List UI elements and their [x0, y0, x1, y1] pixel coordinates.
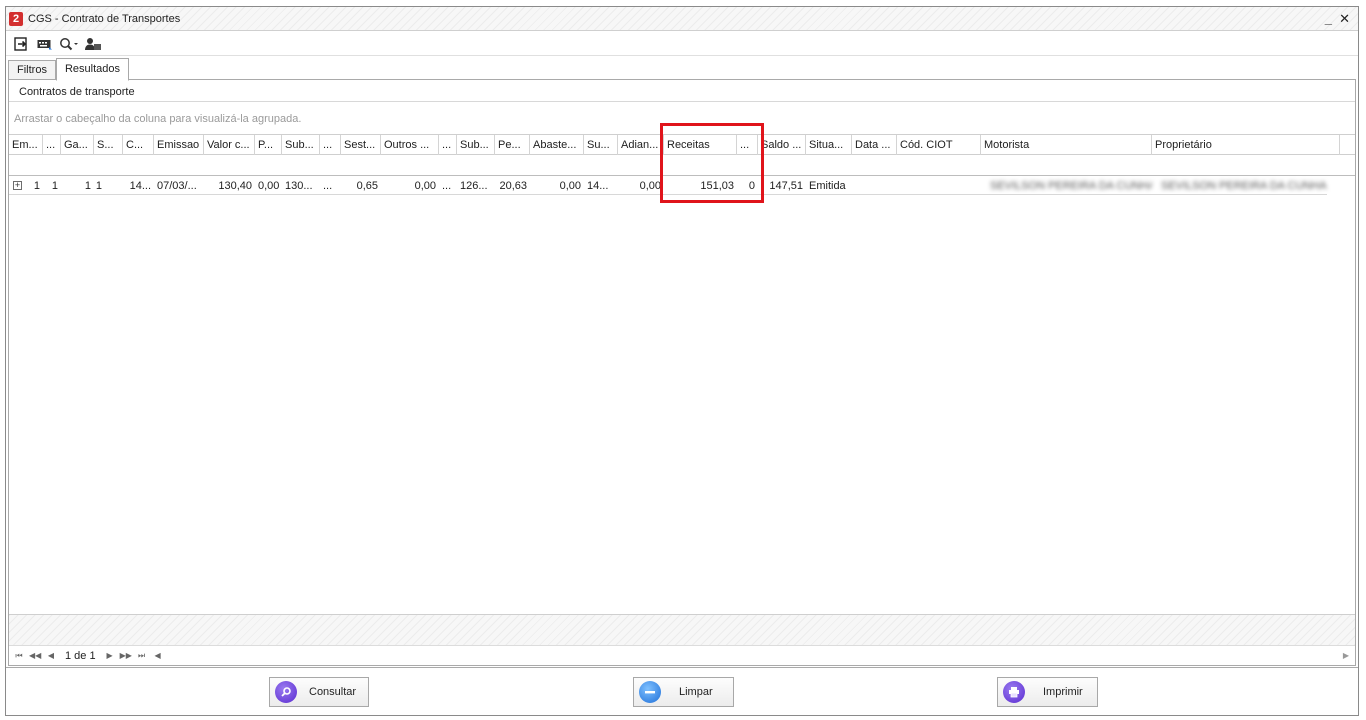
imprimir-label: Imprimir: [1043, 686, 1083, 698]
table-cell: 1: [51, 180, 58, 192]
table-cell-motorista: SEVILSON PEREIRA DA CUNHA: [990, 180, 1152, 192]
printer-icon: [1003, 681, 1025, 703]
column-header[interactable]: Situa...: [806, 135, 852, 155]
app-logo: 2: [9, 11, 23, 26]
column-header[interactable]: Em...: [9, 135, 43, 155]
table-cell: 07/03/...: [157, 180, 197, 192]
scroll-right-icon[interactable]: ▶: [1343, 651, 1349, 660]
caption-divider: [9, 101, 1355, 102]
column-header[interactable]: Data ...: [852, 135, 897, 155]
toolbar: [6, 32, 1358, 56]
table-cell: 0,00: [559, 180, 581, 192]
prev-group-icon[interactable]: ◀◀: [29, 651, 41, 660]
table-cell: 1: [84, 180, 91, 192]
minimize-button[interactable]: _: [1325, 11, 1332, 26]
limpar-label: Limpar: [679, 686, 713, 698]
pager: ⏮ ◀◀ ◀ 1 de 1 ▶ ▶▶ ⏭ ◀ ▶: [9, 645, 1355, 665]
tab-strip: Filtros Resultados: [8, 58, 129, 81]
column-header[interactable]: S...: [94, 135, 123, 155]
column-header[interactable]: Outros ...: [381, 135, 439, 155]
column-header[interactable]: Emissao: [154, 135, 204, 155]
table-cell: 147,51: [769, 180, 803, 192]
column-header[interactable]: Sub...: [457, 135, 495, 155]
table-cell: 1: [95, 180, 102, 192]
consultar-button[interactable]: Consultar: [269, 677, 369, 707]
minus-icon: [639, 681, 661, 703]
column-header[interactable]: ...: [43, 135, 61, 155]
panel-caption: Contratos de transporte: [19, 86, 135, 98]
imprimir-button[interactable]: Imprimir: [997, 677, 1098, 707]
table-cell: Emitida: [809, 180, 846, 192]
column-header[interactable]: C...: [123, 135, 154, 155]
group-by-hint[interactable]: Arrastar o cabeçalho da coluna para visu…: [14, 113, 301, 125]
page-indicator: 1 de 1: [65, 649, 96, 662]
grid-footer: [9, 614, 1355, 645]
next-group-icon[interactable]: ▶▶: [120, 651, 132, 660]
table-cell: 0,65: [356, 180, 378, 192]
search-dropdown-icon[interactable]: [59, 35, 79, 53]
table-cell: [897, 178, 981, 194]
column-header[interactable]: ...: [320, 135, 341, 155]
column-header[interactable]: Motorista: [981, 135, 1152, 155]
column-header[interactable]: P...: [255, 135, 282, 155]
table-cell: 0,00: [414, 180, 436, 192]
column-header[interactable]: Sub...: [282, 135, 320, 155]
column-header[interactable]: Ga...: [61, 135, 94, 155]
table-cell: [852, 178, 897, 194]
expand-row-button[interactable]: +: [13, 181, 22, 190]
tab-resultados[interactable]: Resultados: [55, 58, 129, 81]
highlight-annotation: [660, 123, 764, 203]
table-cell-proprietario: SEVILSON PEREIRA DA CUNHA: [1161, 180, 1327, 192]
column-header[interactable]: Abaste...: [530, 135, 584, 155]
column-header[interactable]: Saldo ...: [758, 135, 806, 155]
next-page-icon[interactable]: ▶: [104, 651, 116, 660]
title-bar: 2 CGS - Contrato de Transportes _ ✕: [6, 7, 1358, 31]
table-cell: 14...: [129, 180, 151, 192]
column-header[interactable]: ...: [439, 135, 457, 155]
user-icon[interactable]: [83, 35, 103, 53]
action-bar: Consultar Limpar Imprimir: [6, 667, 1358, 715]
table-cell: 130,40: [218, 180, 252, 192]
table-cell: 0,00: [258, 180, 280, 192]
results-panel: Contratos de transporte Arrastar o cabeç…: [8, 79, 1356, 666]
table-cell: ...: [442, 180, 452, 192]
table-cell: ...: [323, 180, 333, 192]
tab-filtros[interactable]: Filtros: [8, 60, 56, 81]
column-header[interactable]: Cód. CIOT: [897, 135, 981, 155]
column-header[interactable]: Su...: [584, 135, 618, 155]
table-cell: 20,63: [499, 180, 527, 192]
table-cell: 126...: [460, 180, 488, 192]
search-icon: [275, 681, 297, 703]
prev-page-icon[interactable]: ◀: [45, 651, 57, 660]
column-header[interactable]: Pe...: [495, 135, 530, 155]
table-cell: 0,00: [639, 180, 661, 192]
limpar-button[interactable]: Limpar: [633, 677, 734, 707]
scroll-left-icon[interactable]: ◀: [152, 651, 164, 660]
app-window: 2 CGS - Contrato de Transportes _ ✕ Filt…: [5, 6, 1359, 716]
window-title: CGS - Contrato de Transportes: [28, 12, 181, 25]
keyboard-icon[interactable]: [35, 35, 55, 53]
column-header[interactable]: Proprietário: [1152, 135, 1340, 155]
table-cell: 1: [33, 180, 40, 192]
column-header[interactable]: Adian...: [618, 135, 664, 155]
consultar-label: Consultar: [309, 686, 357, 698]
table-cell: 14...: [587, 180, 609, 192]
column-header[interactable]: Sest...: [341, 135, 381, 155]
last-page-icon[interactable]: ⏭: [136, 651, 148, 661]
first-page-icon[interactable]: ⏮: [13, 651, 25, 661]
table-cell: 130...: [285, 180, 313, 192]
close-button[interactable]: ✕: [1339, 11, 1350, 27]
column-header[interactable]: Valor c...: [204, 135, 255, 155]
exit-icon[interactable]: [11, 35, 31, 53]
